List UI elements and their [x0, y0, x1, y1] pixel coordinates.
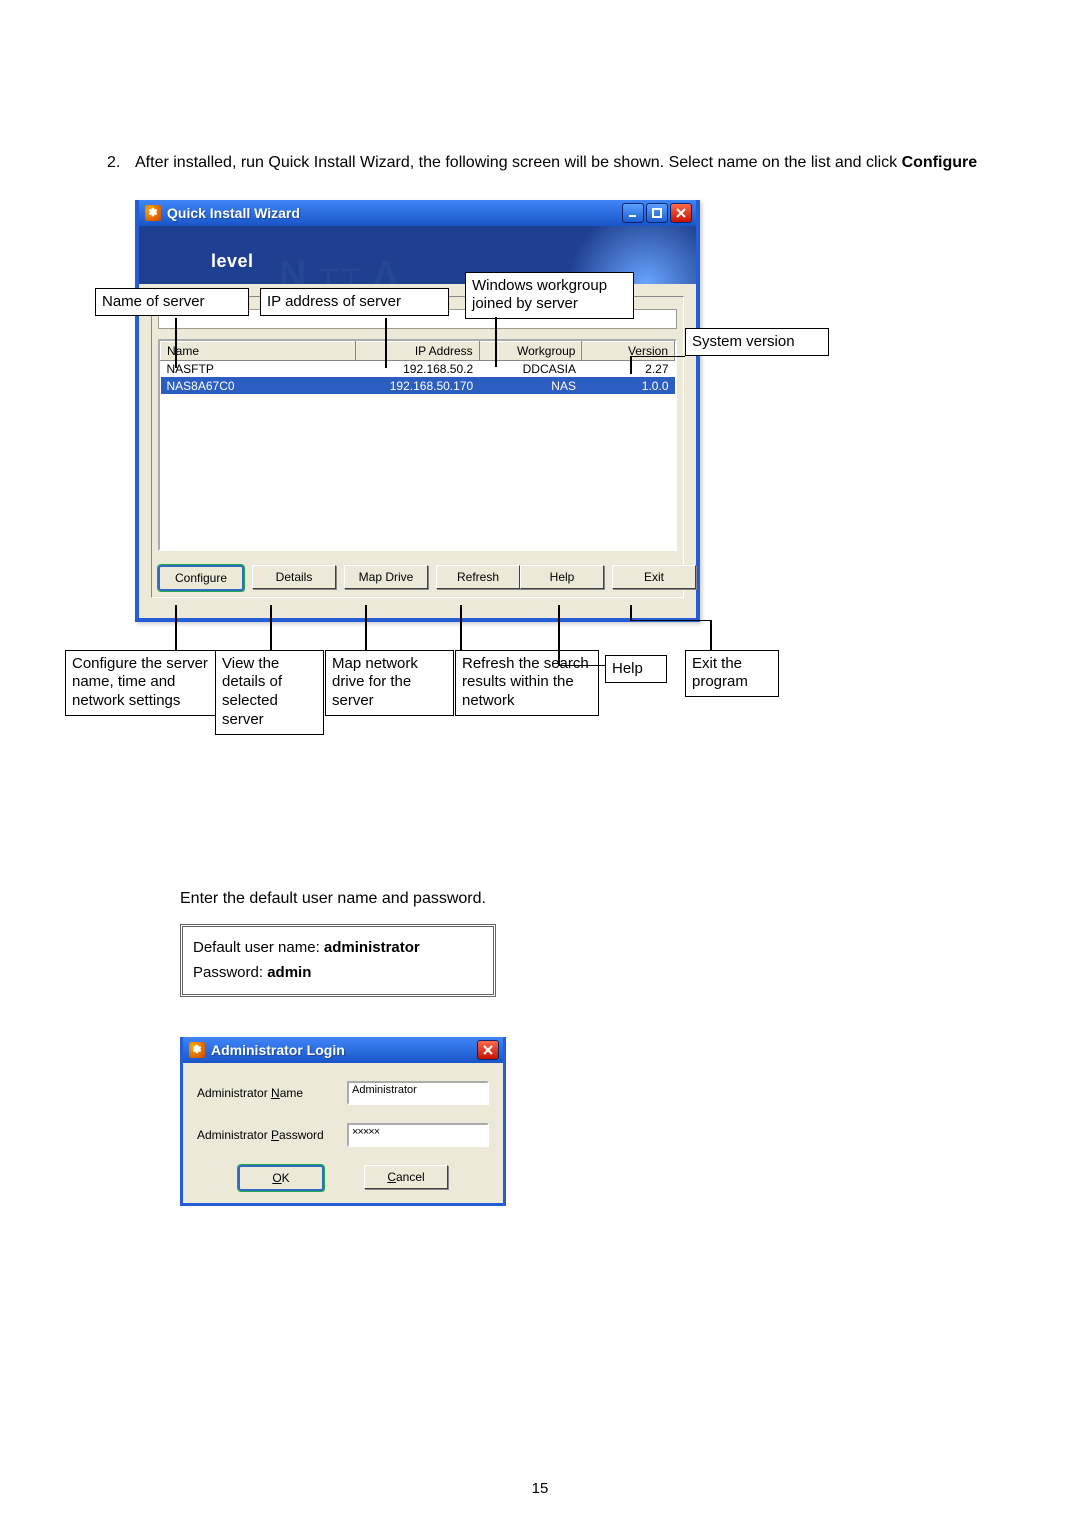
step-text: 2.After installed, run Quick Install Wiz… [90, 146, 990, 180]
brand-logo: level [169, 251, 254, 272]
close-button[interactable] [477, 1040, 499, 1060]
maximize-button[interactable] [646, 203, 668, 223]
credentials-intro: Enter the default user name and password… [180, 890, 990, 908]
details-button[interactable]: Details [252, 565, 336, 589]
exit-button[interactable]: Exit [612, 565, 696, 589]
admin-name-label: Administrator Name [197, 1086, 347, 1100]
col-version: Version [582, 341, 675, 360]
callout-name-of-server: Name of server [95, 288, 249, 317]
window-title: Quick Install Wizard [167, 205, 300, 221]
table-row[interactable]: NAS8A67C0192.168.50.170NAS1.0.0 [161, 377, 675, 394]
ok-button[interactable]: OK [238, 1165, 324, 1191]
annotated-figure: ✽ Quick Install Wizard level N ⊤⊤ Λ [75, 200, 875, 760]
mapdrive-button[interactable]: Map Drive [344, 565, 428, 589]
minimize-button[interactable] [622, 203, 644, 223]
callout-ip-of-server: IP address of server [260, 288, 449, 317]
quick-install-wizard-window: ✽ Quick Install Wizard level N ⊤⊤ Λ [135, 200, 700, 622]
titlebar: ✽ Quick Install Wizard [139, 200, 696, 226]
close-button[interactable] [670, 203, 692, 223]
admin-password-field[interactable]: ××××× [347, 1123, 489, 1147]
refresh-button[interactable]: Refresh [436, 565, 520, 589]
col-ip: IP Address [356, 341, 479, 360]
group-box: Name IP Address Workgroup Version NASFTP… [151, 296, 684, 598]
admin-password-label: Administrator Password [197, 1128, 347, 1142]
table-row[interactable]: NASFTP192.168.50.2DDCASIA2.27 [161, 360, 675, 377]
callout-help: Help [605, 655, 667, 684]
col-name: Name [161, 341, 356, 360]
callout-workgroup: Windows workgroup joined by server [465, 272, 634, 320]
app-icon: ✽ [189, 1042, 205, 1058]
callout-details: View the details of selected server [215, 650, 324, 735]
admin-login-dialog: ✽ Administrator Login Administrator Name… [180, 1037, 506, 1206]
callout-configure: Configure the server name, time and netw… [65, 650, 219, 716]
server-list[interactable]: Name IP Address Workgroup Version NASFTP… [158, 339, 677, 551]
titlebar: ✽ Administrator Login [183, 1037, 503, 1063]
callout-mapdrive: Map network drive for the server [325, 650, 454, 716]
configure-button[interactable]: Configure [158, 565, 244, 591]
app-icon: ✽ [145, 205, 161, 221]
callout-exit: Exit the program [685, 650, 779, 698]
callout-refresh: Refresh the search results within the ne… [455, 650, 599, 716]
cancel-button[interactable]: Cancel [364, 1165, 448, 1189]
page-number: 15 [0, 1480, 1080, 1497]
column-headers[interactable]: Name IP Address Workgroup Version [161, 341, 675, 360]
credentials-box: Default user name: administrator Passwor… [180, 924, 496, 997]
callout-system-version: System version [685, 328, 829, 357]
help-button[interactable]: Help [520, 565, 604, 589]
window-title: Administrator Login [211, 1042, 345, 1058]
admin-name-field[interactable]: Administrator [347, 1081, 489, 1105]
